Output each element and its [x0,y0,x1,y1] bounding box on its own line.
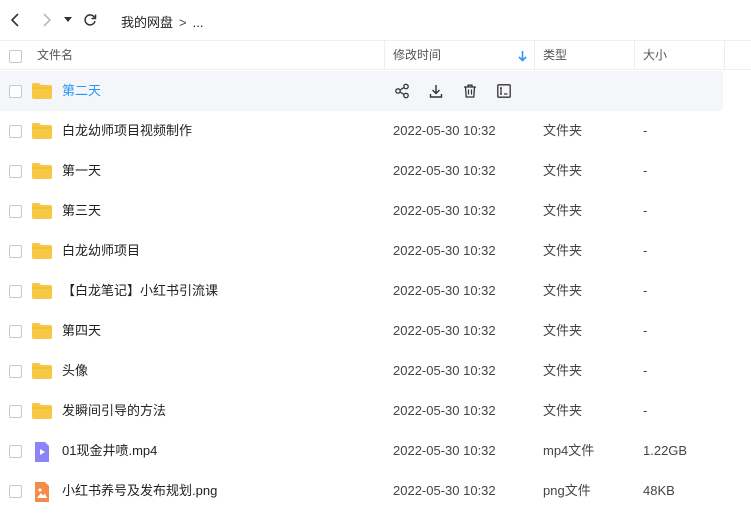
select-all-checkbox[interactable] [9,50,22,63]
file-type: png文件 [543,483,591,498]
image-file-icon [31,482,53,507]
folder-icon [31,402,53,425]
file-size: 48KB [643,483,675,498]
file-row[interactable]: 第一天 2022-05-30 10:32 文件夹 - [0,151,751,191]
column-size[interactable]: 大小 [643,41,667,70]
file-row[interactable]: 头像 2022-05-30 10:32 文件夹 - [0,351,751,391]
row-checkbox[interactable] [9,245,22,258]
file-size: - [643,123,648,138]
file-modified: 2022-05-30 10:32 [393,363,496,378]
file-row[interactable]: 白龙幼师项目 2022-05-30 10:32 文件夹 - [0,231,751,271]
row-checkbox[interactable] [9,205,22,218]
file-modified: 2022-05-30 10:32 [393,323,496,338]
row-checkbox[interactable] [9,165,22,178]
file-type: 文件夹 [543,363,583,378]
file-size: - [643,363,648,378]
refresh-icon[interactable] [80,10,100,30]
file-size: - [643,323,648,338]
file-name[interactable]: 【白龙笔记】小红书引流课 [62,271,218,311]
folder-icon [31,362,53,385]
video-file-icon [31,442,53,467]
file-name[interactable]: 第一天 [62,151,101,191]
file-type: 文件夹 [543,283,583,298]
file-type: mp4文件 [543,443,595,458]
file-row[interactable]: 第四天 2022-05-30 10:32 文件夹 - [0,311,751,351]
share-icon[interactable] [392,81,412,101]
file-name[interactable]: 白龙幼师项目视频制作 [62,111,192,151]
file-row[interactable]: 白龙幼师项目视频制作 2022-05-30 10:32 文件夹 - [0,111,751,151]
file-name[interactable]: 头像 [62,351,88,391]
column-divider[interactable] [534,41,535,70]
file-type: 文件夹 [543,163,583,178]
file-row[interactable]: 01现金井喷.mp4 2022-05-30 10:32 mp4文件 1.22GB [0,431,751,471]
file-name[interactable]: 白龙幼师项目 [62,231,140,271]
file-row[interactable]: 发瞬间引导的方法 2022-05-30 10:32 文件夹 - [0,391,751,431]
row-checkbox[interactable] [9,325,22,338]
folder-icon [31,82,53,105]
row-checkbox[interactable] [9,365,22,378]
column-type[interactable]: 类型 [543,41,567,70]
file-modified: 2022-05-30 10:32 [393,203,496,218]
row-checkbox[interactable] [9,445,22,458]
history-dropdown-icon[interactable] [60,10,76,30]
file-name[interactable]: 小红书养号及发布规划.png [62,471,217,511]
file-name[interactable]: 发瞬间引导的方法 [62,391,166,431]
folder-icon [31,322,53,345]
file-name[interactable]: 第二天 [62,71,101,111]
file-modified: 2022-05-30 10:32 [393,283,496,298]
file-size: - [643,243,648,258]
file-row[interactable]: 第二天 [0,71,723,111]
column-name[interactable]: 文件名 [37,41,73,70]
folder-icon [31,282,53,305]
file-size: 1.22GB [643,443,688,458]
file-modified: 2022-05-30 10:32 [393,163,496,178]
file-size: - [643,163,648,178]
file-row[interactable]: 【白龙笔记】小红书引流课 2022-05-30 10:32 文件夹 - [0,271,751,311]
breadcrumb-separator: > [179,15,187,30]
file-modified: 2022-05-30 10:32 [393,443,496,458]
column-divider[interactable] [724,41,725,70]
file-type: 文件夹 [543,123,583,138]
toolbar: 我的网盘 >... [0,0,751,40]
file-modified: 2022-05-30 10:32 [393,403,496,418]
file-modified: 2022-05-30 10:32 [393,243,496,258]
file-type: 文件夹 [543,323,583,338]
row-checkbox[interactable] [9,285,22,298]
file-name[interactable]: 01现金井喷.mp4 [62,431,157,471]
file-list-header: 文件名 修改时间 类型 大小 [0,40,751,70]
file-modified: 2022-05-30 10:32 [393,123,496,138]
folder-icon [31,122,53,145]
file-row[interactable]: 小红书养号及发布规划.png 2022-05-30 10:32 png文件 48KB [0,471,751,511]
breadcrumb-more[interactable]: ... [193,15,204,30]
forward-icon[interactable] [36,10,56,30]
folder-icon [31,202,53,225]
sort-desc-arrow-icon[interactable] [518,49,527,67]
file-name[interactable]: 第三天 [62,191,101,231]
file-row[interactable]: 第三天 2022-05-30 10:32 文件夹 - [0,191,751,231]
row-checkbox[interactable] [9,405,22,418]
column-modified[interactable]: 修改时间 [393,41,441,70]
file-type: 文件夹 [543,243,583,258]
folder-icon [31,242,53,265]
breadcrumb: 我的网盘 >... [121,12,203,31]
file-size: - [643,283,648,298]
breadcrumb-root[interactable]: 我的网盘 [121,15,173,30]
delete-icon[interactable] [460,81,480,101]
row-checkbox[interactable] [9,85,22,98]
file-modified: 2022-05-30 10:32 [393,483,496,498]
back-icon[interactable] [6,10,26,30]
row-checkbox[interactable] [9,485,22,498]
file-name[interactable]: 第四天 [62,311,101,351]
row-checkbox[interactable] [9,125,22,138]
rename-icon[interactable] [494,81,514,101]
download-icon[interactable] [426,81,446,101]
file-type: 文件夹 [543,203,583,218]
folder-icon [31,162,53,185]
file-type: 文件夹 [543,403,583,418]
column-divider[interactable] [634,41,635,70]
file-size: - [643,203,648,218]
column-divider[interactable] [384,41,385,70]
file-size: - [643,403,648,418]
